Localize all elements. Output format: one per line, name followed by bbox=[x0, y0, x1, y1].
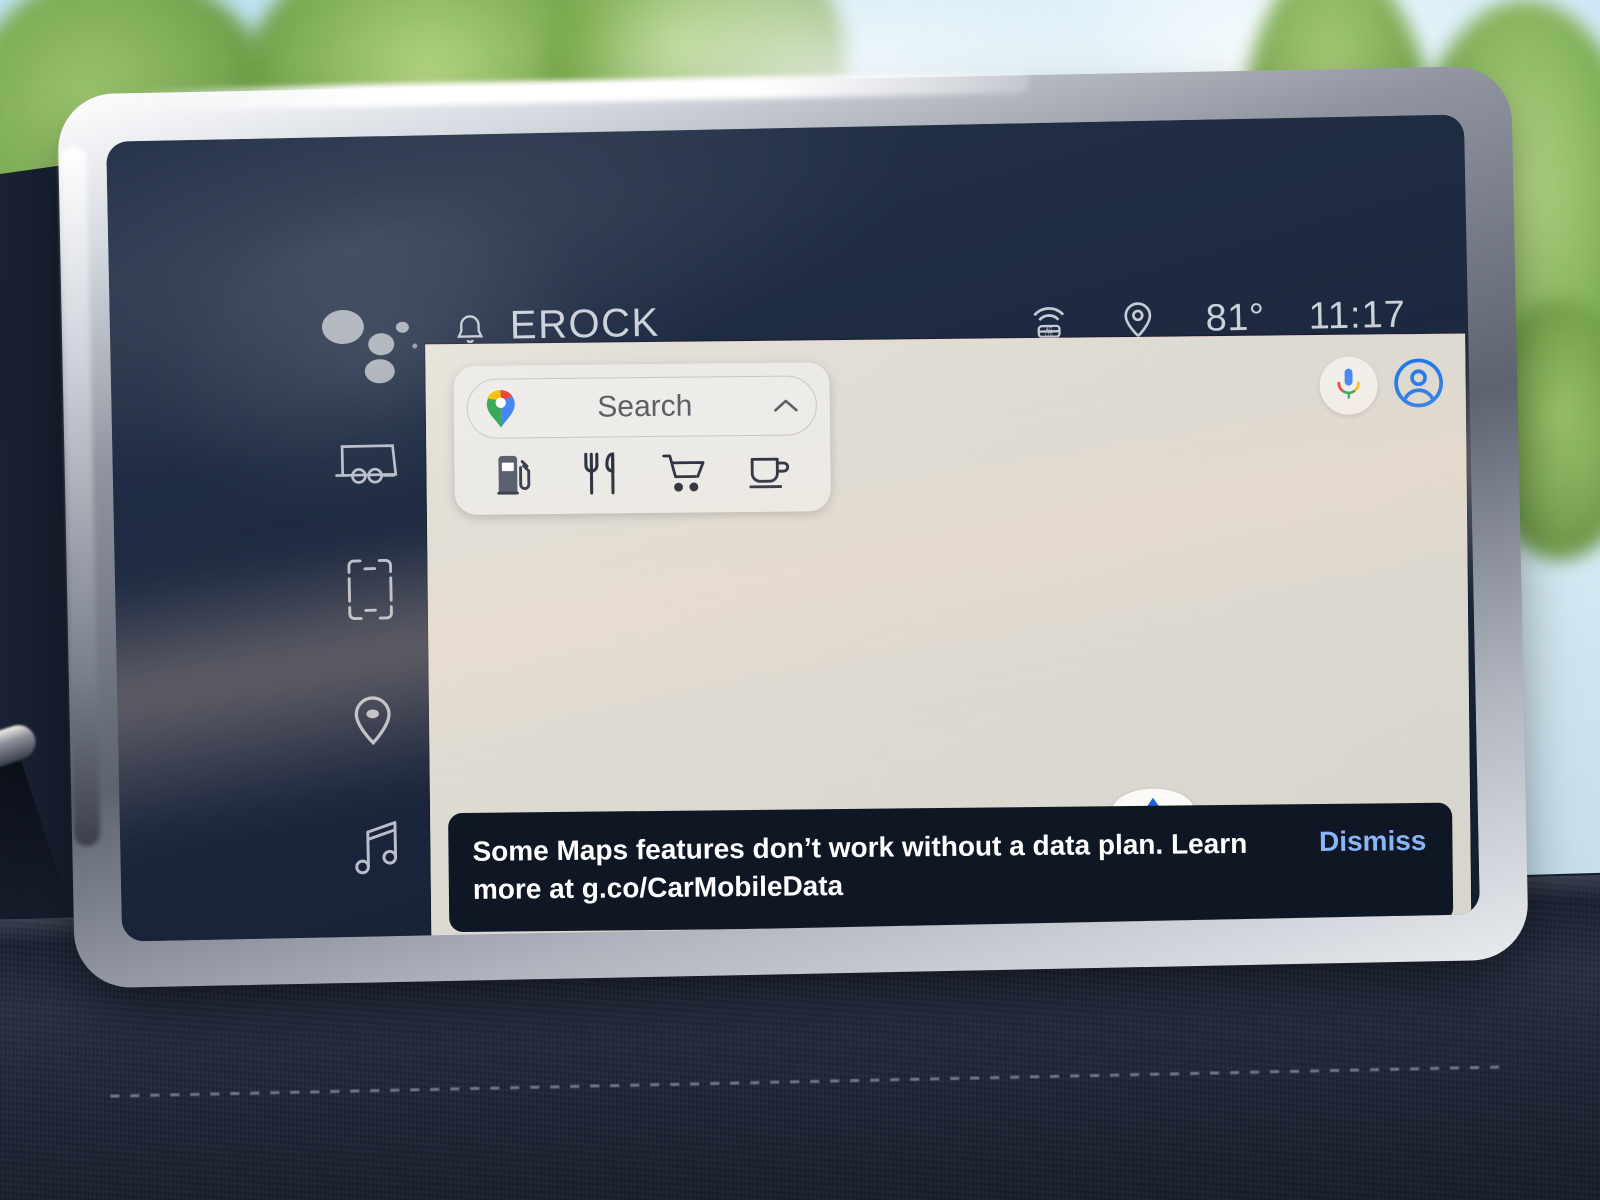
grocery-cart-icon bbox=[662, 450, 709, 499]
sidebar-item-phone[interactable] bbox=[331, 557, 410, 627]
search-card: Search bbox=[453, 362, 831, 516]
data-plan-banner: Some Maps features don’t work without a … bbox=[448, 802, 1454, 933]
sidebar-item-navigation[interactable] bbox=[333, 690, 412, 754]
music-note-icon bbox=[347, 817, 404, 885]
sidebar-item-trailer[interactable] bbox=[328, 431, 407, 495]
assistant-mic-button[interactable] bbox=[1319, 356, 1378, 416]
phone-projection-icon bbox=[343, 557, 398, 627]
navigation-rail bbox=[301, 390, 444, 941]
search-input[interactable]: Search bbox=[466, 375, 818, 439]
category-coffee[interactable] bbox=[740, 449, 798, 498]
category-shortcuts bbox=[467, 435, 818, 505]
gas-station-icon bbox=[494, 452, 539, 501]
google-assistant-dots-icon[interactable] bbox=[321, 304, 418, 384]
sidebar-item-media[interactable] bbox=[336, 819, 415, 883]
coffee-cup-icon bbox=[747, 450, 791, 497]
account-avatar-button[interactable] bbox=[1389, 356, 1448, 415]
account-avatar-icon bbox=[1392, 356, 1445, 414]
dashboard-stitching bbox=[110, 1065, 1511, 1098]
category-restaurants[interactable] bbox=[571, 451, 629, 500]
category-gas-stations[interactable] bbox=[487, 452, 545, 501]
search-placeholder-label: Search bbox=[597, 389, 693, 424]
google-maps-pin-icon bbox=[484, 388, 518, 428]
temperature-label: 81° bbox=[1205, 295, 1266, 340]
chevron-up-icon[interactable] bbox=[772, 396, 800, 414]
banner-message: Some Maps features don’t work without a … bbox=[472, 827, 1248, 906]
status-bar: EROCK 4G LTE 81° 11:17 bbox=[106, 114, 1468, 384]
assistant-mic-icon bbox=[1332, 366, 1364, 405]
infotainment-head-unit: EROCK 4G LTE 81° 11:17 Search Some Maps … bbox=[57, 65, 1529, 989]
svg-text:LTE: LTE bbox=[1045, 332, 1053, 337]
photo-scene: EROCK 4G LTE 81° 11:17 Search Some Maps … bbox=[0, 0, 1600, 1200]
dismiss-button[interactable]: Dismiss bbox=[1319, 825, 1427, 858]
restaurant-icon bbox=[579, 450, 622, 501]
map-top-right-actions bbox=[1319, 356, 1448, 416]
google-maps-panel[interactable]: Search Some Maps features don’t work wit… bbox=[425, 333, 1472, 942]
trailer-icon bbox=[331, 435, 404, 489]
category-groceries[interactable] bbox=[656, 450, 714, 499]
clock-label: 11:17 bbox=[1308, 293, 1407, 338]
navigation-pin-icon bbox=[344, 690, 401, 752]
touchscreen-glass[interactable]: EROCK 4G LTE 81° 11:17 Search Some Maps … bbox=[106, 114, 1480, 942]
